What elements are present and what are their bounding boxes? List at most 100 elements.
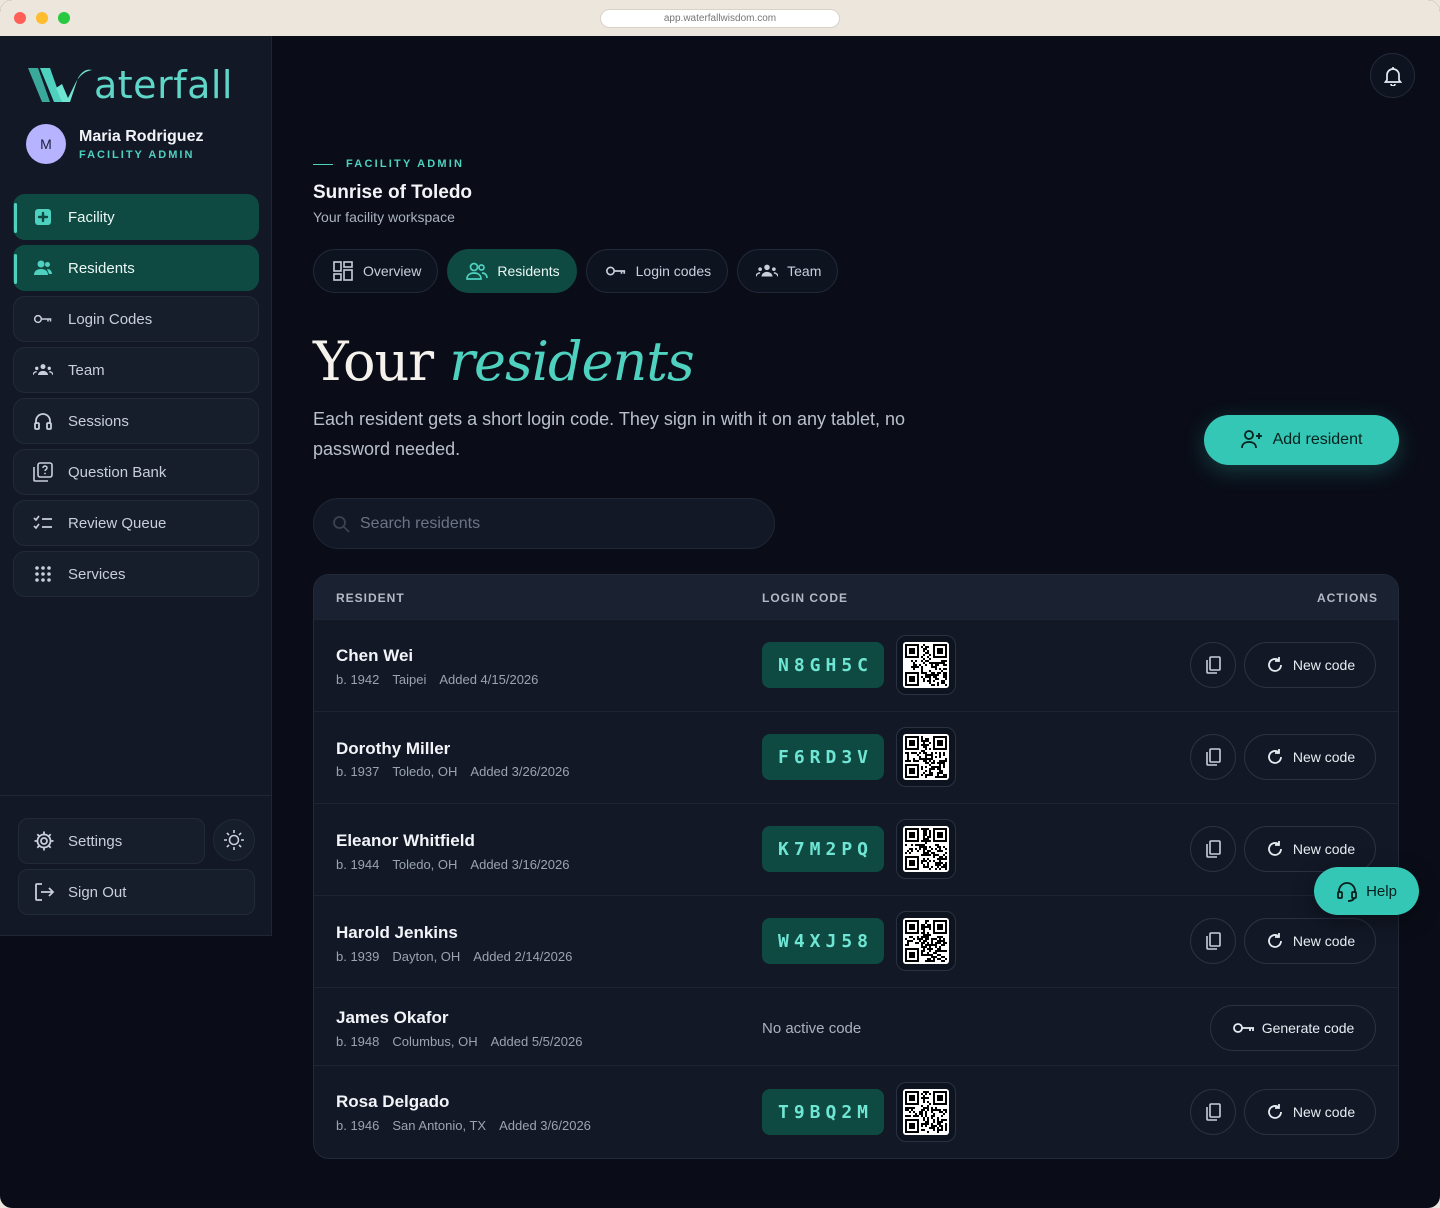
sidebar-item-services[interactable]: Services bbox=[13, 551, 259, 597]
sidebar-item-residents[interactable]: Residents bbox=[13, 245, 259, 291]
help-button[interactable]: Help bbox=[1314, 867, 1419, 915]
theme-toggle-button[interactable] bbox=[213, 819, 255, 861]
minimize-window-button[interactable] bbox=[36, 12, 48, 24]
new-code-label: New code bbox=[1292, 933, 1356, 949]
copy-code-button[interactable] bbox=[1190, 734, 1236, 780]
close-window-button[interactable] bbox=[14, 12, 26, 24]
key-icon bbox=[32, 308, 54, 330]
column-header-actions: ACTIONS bbox=[1317, 591, 1378, 605]
team-icon bbox=[32, 359, 54, 381]
sidebar-item-label: Residents bbox=[68, 259, 135, 277]
sidebar: aterfall M Maria Rodriguez FACILITY ADMI… bbox=[0, 36, 272, 936]
qr-code-button[interactable] bbox=[896, 911, 956, 971]
new-code-button[interactable]: New code bbox=[1244, 1089, 1376, 1135]
copy-code-button[interactable] bbox=[1190, 826, 1236, 872]
copy-code-button[interactable] bbox=[1190, 642, 1236, 688]
sun-icon bbox=[224, 830, 244, 850]
users-icon bbox=[466, 260, 489, 282]
qr-code-icon bbox=[903, 918, 949, 964]
sidebar-item-review-queue[interactable]: Review Queue bbox=[13, 500, 259, 546]
notifications-button[interactable] bbox=[1370, 53, 1415, 98]
sidebar-item-label: Services bbox=[68, 565, 126, 583]
sidebar-item-facility[interactable]: Facility bbox=[13, 194, 259, 240]
resident-added-date: Added 4/15/2026 bbox=[439, 672, 539, 687]
generate-code-button[interactable]: Generate code bbox=[1210, 1005, 1376, 1051]
user-role: FACILITY ADMIN bbox=[79, 148, 195, 161]
copy-icon bbox=[1206, 932, 1221, 950]
generate-code-label: Generate code bbox=[1261, 1020, 1355, 1036]
search-icon bbox=[332, 515, 350, 533]
new-code-button[interactable]: New code bbox=[1244, 734, 1376, 780]
resident-birth-year: b. 1944 bbox=[336, 857, 380, 872]
gear-icon bbox=[33, 830, 55, 852]
resident-meta: b. 1939 Dayton, OH Added 2/14/2026 bbox=[336, 949, 585, 964]
add-resident-button[interactable]: Add resident bbox=[1204, 415, 1399, 465]
refresh-icon bbox=[1265, 1102, 1285, 1122]
user-profile[interactable]: M Maria Rodriguez FACILITY ADMIN bbox=[26, 124, 203, 164]
no-active-code-text: No active code bbox=[762, 1020, 862, 1037]
sidebar-item-question-bank[interactable]: Question Bank bbox=[13, 449, 259, 495]
table-row: James Okafor b. 1948 Columbus, OH Added 5/… bbox=[314, 987, 1398, 1065]
new-code-label: New code bbox=[1292, 1104, 1356, 1120]
copy-code-button[interactable] bbox=[1190, 1089, 1236, 1135]
facility-name: Sunrise of Toledo bbox=[313, 182, 473, 203]
new-code-button[interactable]: New code bbox=[1244, 642, 1376, 688]
resident-place: Taipei bbox=[392, 672, 427, 687]
new-code-label: New code bbox=[1292, 841, 1356, 857]
grid-icon bbox=[32, 563, 54, 585]
resident-name: Harold Jenkins bbox=[336, 923, 458, 942]
new-code-label: New code bbox=[1292, 657, 1356, 673]
settings-button[interactable]: Settings bbox=[18, 818, 205, 864]
bell-icon bbox=[1383, 66, 1402, 86]
resident-place: Toledo, OH bbox=[392, 764, 458, 779]
search-box[interactable] bbox=[313, 498, 775, 549]
resident-name: Rosa Delgado bbox=[336, 1092, 450, 1111]
sidebar-item-label: Review Queue bbox=[68, 514, 167, 532]
table-row: Chen Wei b. 1942 Taipei Added 4/15/2026 N8… bbox=[314, 619, 1398, 711]
new-code-button[interactable]: New code bbox=[1244, 918, 1376, 964]
sign-out-button[interactable]: Sign Out bbox=[18, 869, 255, 915]
key-icon bbox=[605, 260, 627, 282]
copy-code-button[interactable] bbox=[1190, 918, 1236, 964]
maximize-window-button[interactable] bbox=[58, 12, 70, 24]
sidebar-item-team[interactable]: Team bbox=[13, 347, 259, 393]
headset-icon bbox=[1336, 880, 1358, 902]
url-bar[interactable]: app.waterfallwisdom.com bbox=[600, 9, 840, 28]
tab-residents[interactable]: Residents bbox=[447, 249, 577, 293]
new-code-button[interactable]: New code bbox=[1244, 826, 1376, 872]
qr-code-icon bbox=[903, 734, 949, 780]
resident-birth-year: b. 1937 bbox=[336, 764, 380, 779]
resident-birth-year: b. 1942 bbox=[336, 672, 380, 687]
logo[interactable]: aterfall bbox=[26, 64, 233, 106]
tab-label: Login codes bbox=[635, 263, 712, 279]
team-icon bbox=[756, 260, 779, 282]
sidebar-item-sessions[interactable]: Sessions bbox=[13, 398, 259, 444]
qr-code-button[interactable] bbox=[896, 819, 956, 879]
question-icon bbox=[32, 461, 54, 483]
login-code: F6RD3V bbox=[762, 734, 884, 780]
headphones-icon bbox=[32, 410, 54, 432]
qr-code-button[interactable] bbox=[896, 1082, 956, 1142]
qr-code-button[interactable] bbox=[896, 635, 956, 695]
resident-meta: b. 1948 Columbus, OH Added 5/5/2026 bbox=[336, 1034, 595, 1049]
table-row: Dorothy Miller b. 1937 Toledo, OH Added 3/… bbox=[314, 711, 1398, 803]
tab-team[interactable]: Team bbox=[737, 249, 839, 293]
login-code: W4XJ58 bbox=[762, 918, 884, 964]
sidebar-footer: Settings Sign Out bbox=[0, 795, 271, 936]
search-input[interactable] bbox=[360, 514, 760, 533]
resident-birth-year: b. 1939 bbox=[336, 949, 380, 964]
copy-icon bbox=[1206, 748, 1221, 766]
tab-overview[interactable]: Overview bbox=[313, 249, 439, 293]
tab-label: Residents bbox=[497, 263, 560, 279]
sidebar-nav: Facility Residents Login Codes Team Sess… bbox=[13, 194, 259, 602]
resident-birth-year: b. 1946 bbox=[336, 1118, 380, 1133]
resident-meta: b. 1937 Toledo, OH Added 3/26/2026 bbox=[336, 764, 582, 779]
sidebar-item-login-codes[interactable]: Login Codes bbox=[13, 296, 259, 342]
qr-code-button[interactable] bbox=[896, 727, 956, 787]
resident-name: Eleanor Whitfield bbox=[336, 831, 475, 850]
sidebar-item-label: Facility bbox=[68, 208, 115, 226]
user-name: Maria Rodriguez bbox=[79, 127, 204, 145]
eyebrow-text: FACILITY ADMIN bbox=[346, 158, 465, 170]
tab-label: Overview bbox=[363, 263, 422, 279]
tab-login-codes[interactable]: Login codes bbox=[585, 249, 729, 293]
